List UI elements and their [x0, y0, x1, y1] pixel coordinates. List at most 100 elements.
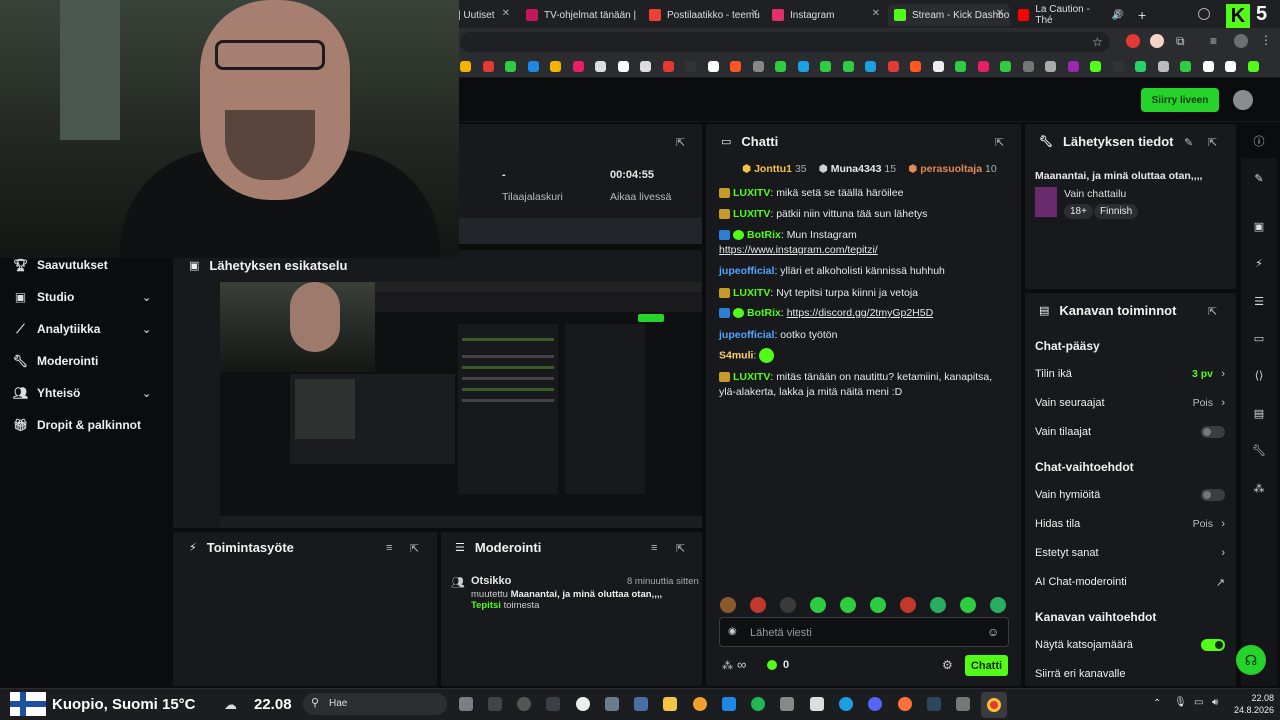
filter-icon[interactable]: ≡	[651, 542, 657, 554]
bookmark-icon[interactable]	[662, 61, 674, 72]
tag-badge[interactable]: 18+	[1064, 204, 1093, 219]
leader-item[interactable]: ⬢ Muna4343 15	[819, 163, 896, 175]
bookmark-icon[interactable]	[775, 61, 786, 72]
go-live-button[interactable]: Siirry liveen	[1141, 88, 1219, 112]
sidebar-item-community[interactable]: 👥︎ Yhteisö ⌄	[13, 380, 164, 406]
emotes-only-toggle[interactable]	[1201, 489, 1225, 501]
tab-postilaatikko[interactable]: Postilaatikko - teemu ✕	[643, 4, 765, 26]
steam-icon[interactable]	[927, 697, 941, 711]
bookmark-icon[interactable]	[527, 61, 539, 72]
taskbar-search-input[interactable]: ⚲ Hae	[303, 693, 447, 715]
discord-icon[interactable]	[868, 697, 882, 711]
network-icon[interactable]: ▭	[1194, 697, 1203, 708]
leader-item[interactable]: ⬢ perasuoltaja 10	[908, 163, 997, 175]
bookmark-icon[interactable]	[572, 61, 584, 72]
emote-icon[interactable]	[750, 597, 766, 613]
category-thumbnail[interactable]	[1035, 187, 1057, 217]
close-icon[interactable]: ✕	[502, 8, 510, 19]
bookmark-icon[interactable]	[460, 61, 471, 72]
followers-only-row[interactable]: Vain seuraajat Pois ›	[1035, 396, 1225, 410]
avatar[interactable]	[1233, 90, 1253, 110]
gear-icon[interactable]: ⚙︎	[942, 658, 953, 672]
url-input[interactable]	[460, 32, 1110, 52]
bookmark-icon[interactable]	[617, 61, 629, 72]
bookmark-icon[interactable]	[730, 61, 741, 72]
clock-time[interactable]: 22.08	[1236, 693, 1274, 703]
support-headset-icon[interactable]: ☊	[1236, 645, 1266, 675]
tab-youtube[interactable]: La Caution - Thé 🔊 ✕	[1012, 4, 1124, 26]
banned-words-row[interactable]: Estetyt sanat ›	[1035, 546, 1225, 560]
send-chat-button[interactable]: Chatti	[965, 655, 1008, 676]
bookmark-icon[interactable]	[1022, 61, 1034, 72]
emoji-icon[interactable]: ☺	[987, 625, 999, 639]
close-icon[interactable]: ✕	[996, 8, 1004, 19]
bookmark-icon[interactable]	[482, 61, 494, 72]
sidebar-item-drops[interactable]: 🎁︎ Dropit & palkinnot	[13, 412, 141, 438]
sidebar-item-studio[interactable]: ▣ Studio ⌄	[14, 284, 164, 310]
bookmark-icon[interactable]	[640, 61, 651, 72]
ai-moderation-row[interactable]: AI Chat-moderointi ↗	[1035, 575, 1225, 589]
chat-link[interactable]: https://www.instagram.com/tepitzi/	[719, 244, 878, 256]
tab-instagram[interactable]: Instagram ✕	[766, 4, 886, 26]
layout-icon[interactable]: ▣	[1250, 217, 1268, 235]
edit-icon[interactable]: ✎	[1184, 136, 1193, 149]
bookmark-icon[interactable]	[887, 61, 899, 72]
users-icon[interactable]: ⁂	[722, 659, 733, 672]
users-icon[interactable]: ⁂	[1250, 479, 1268, 497]
bookmark-icon[interactable]	[1225, 61, 1236, 72]
sidebar-item-analytics[interactable]: ⟋ Analytiikka ⌄	[14, 316, 164, 342]
clock-date[interactable]: 24.8.2026	[1228, 705, 1274, 715]
new-tab-button[interactable]: +	[1132, 4, 1152, 26]
calculator-icon[interactable]	[634, 697, 648, 711]
filter-icon[interactable]: ≡	[386, 542, 392, 554]
info-icon[interactable]: ⓘ	[1250, 132, 1268, 150]
emote-icon[interactable]	[990, 597, 1006, 613]
bookmark-icon[interactable]	[955, 61, 966, 72]
bookmark-icon[interactable]	[1135, 61, 1146, 72]
emote-icon[interactable]	[720, 597, 736, 613]
extensions-puzzle-icon[interactable]: ⧉	[1176, 34, 1185, 49]
code-icon[interactable]: ⟨⟩	[1250, 366, 1268, 384]
app-icon[interactable]	[546, 697, 560, 711]
bookmark-icon[interactable]	[707, 61, 719, 72]
bookmark-icon[interactable]	[1247, 61, 1259, 72]
extension-icon[interactable]	[1126, 34, 1140, 48]
extension-icon[interactable]	[1150, 34, 1164, 48]
bookmark-icon[interactable]	[550, 61, 561, 72]
wrench-icon[interactable]: 🔧︎	[1250, 441, 1268, 459]
firefox-icon[interactable]	[898, 697, 912, 711]
popout-icon[interactable]: ⇱	[995, 136, 1004, 149]
bookmark-icon[interactable]	[1067, 61, 1079, 72]
subs-only-toggle[interactable]	[1201, 426, 1225, 438]
chat-link[interactable]: https://discord.gg/2tmyGp2H5D	[787, 307, 933, 319]
chat-icon[interactable]: ▭	[1250, 329, 1268, 347]
popout-icon[interactable]: ⇱	[410, 542, 419, 555]
bookmark-icon[interactable]	[1000, 61, 1011, 72]
tab-tv-ohjelmat[interactable]: TV-ohjelmat tänään |	[520, 4, 640, 26]
account-icon[interactable]	[1198, 8, 1210, 20]
bookmark-icon[interactable]	[685, 61, 696, 72]
bookmark-icon[interactable]	[865, 61, 876, 72]
bookmark-icon[interactable]	[505, 61, 516, 72]
category-name[interactable]: Vain chattailu	[1064, 188, 1126, 200]
emote-icon[interactable]	[900, 597, 916, 613]
profile-icon[interactable]	[1234, 34, 1248, 48]
bookmark-icon[interactable]	[752, 61, 764, 72]
bookmark-icon[interactable]	[1202, 61, 1214, 72]
app-icon[interactable]	[488, 697, 502, 711]
bookmark-icon[interactable]	[595, 61, 606, 72]
stream-preview-video[interactable]	[220, 282, 702, 528]
bookmark-icon[interactable]	[1112, 61, 1124, 72]
edit-icon[interactable]: ✎	[1250, 169, 1268, 187]
edge-icon[interactable]	[839, 697, 853, 711]
settings-app-icon[interactable]	[605, 697, 619, 711]
volume-icon[interactable]: 🔊︎	[1212, 697, 1218, 708]
emote-icon[interactable]	[810, 597, 826, 613]
tag-badge[interactable]: Finnish	[1094, 204, 1139, 219]
slow-mode-row[interactable]: Hidas tila Pois ›	[1035, 517, 1225, 531]
account-age-row[interactable]: Tilin ikä 3 pv ›	[1035, 367, 1225, 381]
close-icon[interactable]: ✕	[751, 8, 759, 19]
show-viewers-toggle[interactable]	[1201, 639, 1225, 651]
emote-icon[interactable]	[870, 597, 886, 613]
app-icon[interactable]	[517, 697, 531, 711]
